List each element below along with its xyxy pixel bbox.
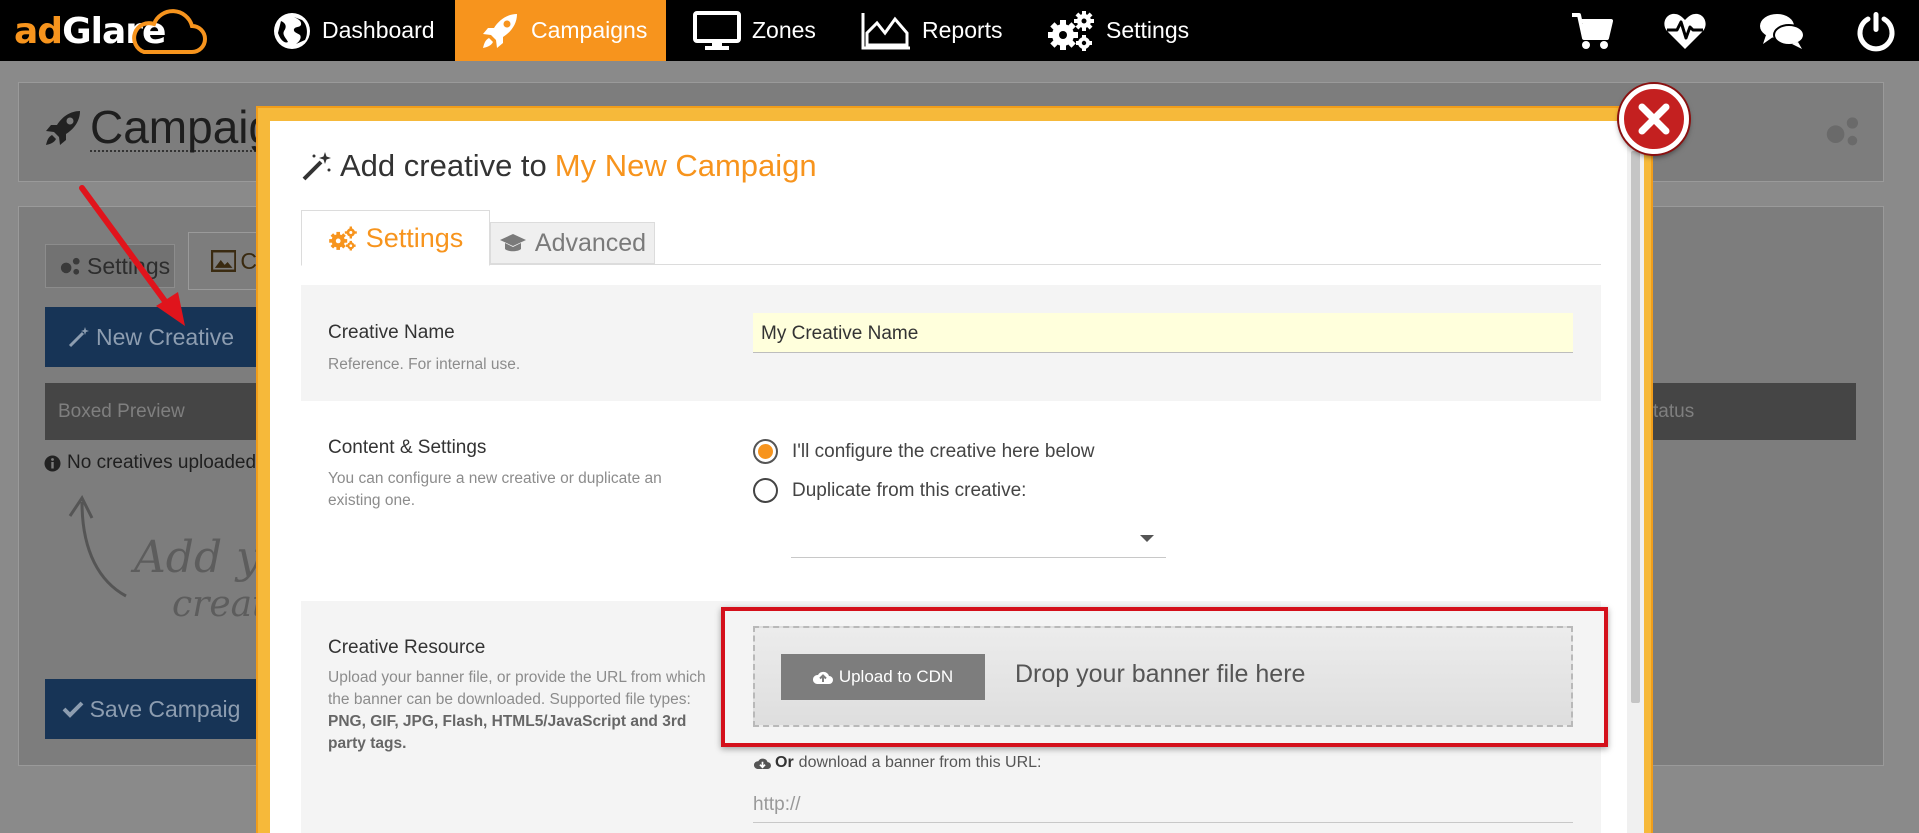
magic-wand-icon	[302, 152, 331, 181]
cloud-icon	[132, 9, 207, 54]
radio-configure-here[interactable]: I'll configure the creative here below	[753, 439, 1095, 464]
creative-name-label: Creative Name	[328, 322, 455, 343]
bg-gears-icon	[1826, 117, 1858, 146]
adglare-logo[interactable]: adGlare	[14, 8, 207, 54]
radio-duplicate-circle[interactable]	[753, 478, 778, 503]
nav-settings[interactable]: Settings	[1046, 0, 1189, 61]
radio-configure-label: I'll configure the creative here below	[792, 440, 1095, 462]
rocket-icon	[46, 111, 80, 145]
duplicate-creative-select[interactable]	[791, 557, 1166, 558]
power-icon	[1857, 12, 1895, 52]
bg-empty-note: No creatives uploaded	[44, 452, 256, 474]
bg-empty-note-text: No creatives uploaded	[67, 452, 257, 473]
heartbeat-icon	[1664, 13, 1706, 50]
banner-url-input[interactable]: http://	[753, 788, 1573, 823]
upload-to-cdn-label: Upload to CDN	[838, 667, 954, 686]
content-settings-label: Content & Settings	[328, 437, 487, 458]
annotation-arrow	[79, 185, 185, 326]
gears-icon	[1048, 10, 1094, 51]
bg-col-boxed-preview: Boxed Preview	[58, 401, 185, 422]
tabs-divider	[301, 264, 1601, 265]
modal-title: Add creative to My New Campaign	[302, 148, 817, 184]
modal-scrollbar[interactable]	[1627, 121, 1644, 833]
logout-button[interactable]	[1850, 8, 1902, 54]
gears-icon	[328, 226, 357, 250]
nav-campaigns-label: Campaigns	[531, 17, 648, 43]
radio-duplicate[interactable]: Duplicate from this creative:	[753, 478, 1026, 503]
bg-save-campaign-button[interactable]: Save Campaig	[45, 679, 257, 739]
nav-zones-label: Zones	[752, 17, 816, 43]
close-icon	[1638, 103, 1670, 135]
tab-settings[interactable]: Settings	[301, 210, 490, 266]
nav-reports[interactable]: Reports	[860, 0, 1003, 61]
cart-icon	[1572, 13, 1613, 49]
cloud-download-icon	[754, 758, 771, 769]
health-button[interactable]	[1659, 8, 1711, 54]
content-settings-help: You can configure a new creative or dupl…	[328, 470, 662, 509]
bg-col-status: tatus	[1653, 401, 1695, 422]
download-url-text: download a banner from this URL:	[798, 754, 1042, 771]
chat-button[interactable]	[1756, 8, 1808, 54]
cloud-upload-icon	[812, 671, 833, 684]
modal-close-button[interactable]	[1619, 84, 1689, 154]
modal-scrollbar-thumb[interactable]	[1631, 151, 1640, 703]
nav-reports-label: Reports	[922, 17, 1003, 43]
creative-resource-help: Upload your banner file, or provide the …	[328, 667, 708, 755]
download-url-label: Or download a banner from this URL:	[754, 754, 1041, 772]
nav-campaigns[interactable]: Campaigns	[455, 0, 666, 61]
nav-dashboard-label: Dashboard	[322, 17, 435, 43]
bg-hint-text-2: creat	[172, 584, 267, 625]
radio-duplicate-label: Duplicate from this creative:	[792, 479, 1027, 501]
chevron-down-icon[interactable]	[1140, 535, 1154, 542]
bg-hint-arrow	[68, 495, 127, 598]
or-label: Or	[775, 754, 794, 771]
chat-icon	[1760, 14, 1805, 49]
monitor-icon	[693, 10, 741, 50]
tab-settings-label: Settings	[365, 222, 464, 253]
top-navbar: adGlare Dashboard Campaigns Zones Report…	[0, 0, 1919, 61]
bg-save-campaign-label: Save Campaig	[89, 695, 241, 722]
creative-resource-label: Creative Resource	[328, 637, 486, 658]
rocket-icon	[483, 13, 517, 48]
cart-button[interactable]	[1566, 8, 1618, 54]
graduation-cap-icon	[499, 234, 526, 252]
drop-banner-text: Drop your banner file here	[1015, 660, 1306, 688]
creative-resource-help-text: Upload your banner file, or provide the …	[328, 669, 706, 708]
nav-settings-label: Settings	[1106, 17, 1190, 43]
modal-title-prefix: Add creative to	[340, 148, 547, 183]
creative-name-help: Reference. For internal use.	[328, 356, 521, 373]
image-icon	[211, 250, 237, 272]
globe-icon	[274, 12, 310, 49]
check-icon	[62, 701, 83, 718]
area-chart-icon	[861, 12, 910, 49]
modal-campaign-name: My New Campaign	[554, 148, 817, 183]
nav-zones[interactable]: Zones	[692, 0, 816, 61]
bg-tab-creatives-label: C	[240, 247, 257, 274]
info-icon	[44, 455, 61, 471]
nav-dashboard[interactable]: Dashboard	[272, 0, 435, 61]
tab-advanced-label: Advanced	[534, 228, 647, 257]
creative-resource-file-types: PNG, GIF, JPG, Flash, HTML5/JavaScript a…	[328, 713, 687, 752]
creative-name-input[interactable]: My Creative Name	[753, 313, 1573, 353]
upload-to-cdn-button[interactable]: Upload to CDN	[781, 654, 985, 700]
radio-configure-circle[interactable]	[753, 439, 778, 464]
tab-advanced[interactable]: Advanced	[490, 222, 655, 264]
